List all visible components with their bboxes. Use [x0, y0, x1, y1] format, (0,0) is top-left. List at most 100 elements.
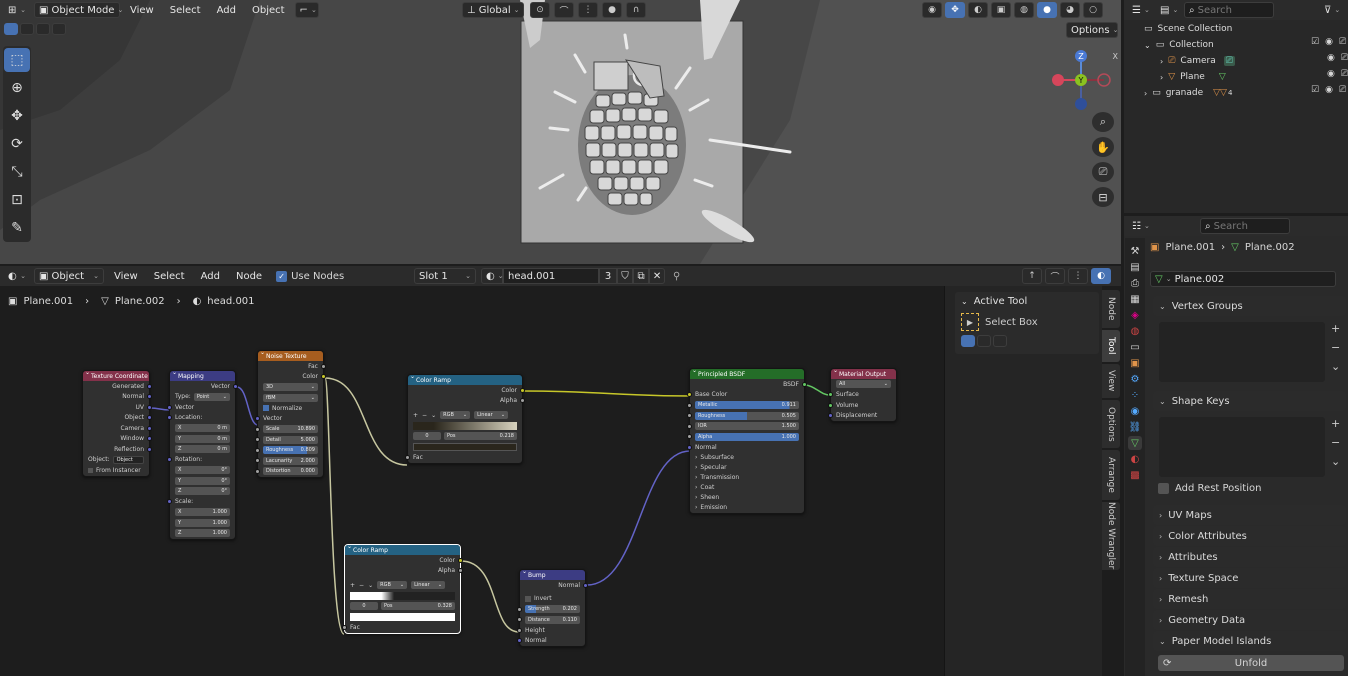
view-layer-tab-icon[interactable]: ▦ [1128, 292, 1142, 306]
socket-height-in[interactable]: Height [517, 625, 585, 636]
loc-y[interactable]: Y0 m [170, 434, 235, 445]
vertex-groups-list[interactable] [1159, 322, 1325, 382]
object-picker-field[interactable]: Object [112, 455, 144, 464]
gizmo-toggle-icon[interactable]: ✥ [945, 2, 965, 18]
panel-transmission[interactable]: › Transmission [690, 473, 804, 483]
socket-displacement[interactable]: Displacement [828, 411, 896, 422]
socket-dot[interactable] [147, 446, 152, 452]
data-tab-icon[interactable]: ▽ [1128, 436, 1142, 450]
filter-icon[interactable]: ⊽ ⌄ [1320, 2, 1344, 18]
add-rest-position-checkbox[interactable]: Add Rest Position [1158, 483, 1261, 494]
select-subtract-icon[interactable] [993, 335, 1007, 347]
distance-field[interactable]: Distance 0.110 [517, 615, 585, 626]
loc-x[interactable]: X0 m [170, 423, 235, 434]
eye-icon[interactable]: ◉ [1325, 37, 1333, 49]
rotate-tool-icon[interactable]: ⟳ [4, 132, 30, 156]
socket-dot[interactable] [255, 447, 260, 453]
socket-dot[interactable] [167, 404, 172, 410]
panel-color-attributes[interactable]: › Color Attributes [1153, 526, 1346, 546]
socket-dot[interactable] [517, 617, 522, 623]
rendered-shading-icon[interactable]: ○ [1083, 2, 1103, 18]
socket-dot[interactable] [687, 444, 692, 450]
node-editor[interactable]: ◐ ⌄ ▣ Object ⌄ View Select Add Node ✓ Use No… [0, 266, 1121, 676]
material-shading-icon[interactable]: ◕ [1060, 2, 1080, 18]
lacunarity-field[interactable]: Lacunarity 2.000 [255, 456, 323, 467]
panel-sheen[interactable]: › Sheen [690, 493, 804, 503]
proportional-edit-icon[interactable]: ● [602, 2, 622, 18]
object-tab-icon[interactable]: ▣ [1128, 356, 1142, 370]
collection-tab-icon[interactable]: ▭ [1128, 340, 1142, 354]
panel-emission[interactable]: › Emission [690, 503, 804, 513]
camera-render-icon[interactable]: ⎚ [1339, 85, 1346, 97]
socket-dot[interactable] [167, 457, 172, 463]
add-icon[interactable]: + [1331, 417, 1346, 430]
strength-field[interactable]: Strength 0.202 [517, 604, 585, 615]
snap-element-icon[interactable]: ⋮ [1068, 268, 1088, 284]
wireframe-shading-icon[interactable]: ◍ [1014, 2, 1034, 18]
alpha-field[interactable]: Alpha 1.000 [687, 432, 804, 443]
color-mode-dropdown[interactable]: RGB ⌄ [440, 411, 471, 420]
socket-uv[interactable]: UV [83, 402, 152, 413]
tab-node[interactable]: Node [1102, 290, 1120, 328]
include-checkbox-icon[interactable]: ☑ [1311, 37, 1319, 49]
falloff-icon[interactable]: ∩ [626, 2, 646, 18]
camera-render-icon[interactable]: ⎚ [1341, 53, 1348, 65]
socket-dot[interactable] [342, 624, 347, 630]
snap-target-icon[interactable]: ⋮ [578, 2, 598, 18]
socket-dot[interactable] [147, 425, 152, 431]
rot-y[interactable]: Y 0° [170, 476, 235, 487]
panel-shape-keys[interactable]: ⌄ Shape Keys [1153, 391, 1346, 411]
socket-color-out[interactable]: Color [408, 385, 525, 396]
socket-vector-in[interactable]: Vector [255, 414, 323, 425]
panel-remesh[interactable]: › Remesh [1153, 589, 1346, 609]
socket-normal-in[interactable]: Normal [687, 442, 804, 453]
mesh-data-field[interactable]: ▽ ⌄ Plane.002 [1150, 271, 1336, 287]
panel-attributes[interactable]: › Attributes [1153, 547, 1346, 567]
socket-dot[interactable] [147, 383, 152, 389]
basis-dropdown[interactable]: fBM ⌄ [258, 393, 323, 404]
camera-view-icon[interactable]: ⎚ [1092, 162, 1114, 182]
socket-window[interactable]: Window [83, 434, 152, 445]
menu-view[interactable]: View [124, 5, 160, 16]
socket-base-color[interactable]: Base Color [687, 390, 804, 401]
overlay-icon[interactable]: ◐ [968, 2, 988, 18]
rot-z[interactable]: Z 0° [170, 486, 235, 497]
socket-dot[interactable] [517, 638, 522, 644]
node-noise-texture[interactable]: Noise Texture Fac Color 3D⌄ fBM⌄ Normali… [255, 349, 326, 478]
stop-color-swatch[interactable] [408, 442, 522, 453]
socket-dot[interactable] [687, 392, 692, 398]
properties-editor-icon[interactable]: ☷ ⌄ [1128, 218, 1152, 234]
normalize-checkbox[interactable]: Normalize [258, 403, 323, 414]
ior-field[interactable]: IOR 1.500 [687, 421, 804, 432]
tab-view[interactable]: View [1102, 364, 1120, 398]
socket-dot[interactable] [687, 413, 692, 419]
scene-tab-icon[interactable]: ◈ [1128, 308, 1142, 322]
eye-icon[interactable]: ◉ [1327, 69, 1335, 81]
panel-paper-model-islands[interactable]: ⌄ Paper Model Islands [1153, 631, 1346, 651]
rot-x[interactable]: X 0° [170, 465, 235, 476]
socket-alpha-out[interactable]: Alpha [408, 396, 525, 407]
ramp-gradient[interactable] [408, 421, 522, 432]
panel-vertex-groups[interactable]: ⌄ Vertex Groups [1153, 296, 1346, 316]
select-extend-icon[interactable] [977, 335, 991, 347]
unfold-button[interactable]: ⟳ Unfold [1158, 655, 1344, 671]
socket-vector-out[interactable]: Vector [170, 381, 238, 392]
menu-object[interactable]: Object [246, 5, 291, 16]
socket-dot[interactable] [167, 499, 172, 505]
socket-dot[interactable] [255, 458, 260, 464]
outliner-scene-collection[interactable]: ▭ Scene Collection [1128, 21, 1348, 37]
socket-volume[interactable]: Volume [828, 400, 896, 411]
socket-dot[interactable] [458, 557, 463, 563]
socket-dot[interactable] [167, 415, 172, 421]
active-tool-row[interactable]: ▶ Select Box [955, 311, 1099, 333]
outliner-search-input[interactable]: ⌕ Search [1184, 2, 1274, 18]
distortion-field[interactable]: Distortion 0.000 [255, 466, 323, 477]
socket-object[interactable]: Object [83, 413, 152, 424]
stop-pos-field[interactable]: Pos 0.218 [444, 432, 517, 441]
stop-index-field[interactable]: 0 [413, 432, 441, 441]
snap-icon[interactable]: ⌒ [554, 2, 574, 18]
from-instancer-checkbox[interactable]: From Instancer [83, 465, 149, 476]
node-mapping[interactable]: Mapping Vector Type:Point⌄ Vector Locati… [167, 369, 238, 540]
invert-checkbox[interactable]: Invert [520, 594, 585, 605]
parent-node-tree-icon[interactable]: ↑ [1022, 268, 1042, 284]
